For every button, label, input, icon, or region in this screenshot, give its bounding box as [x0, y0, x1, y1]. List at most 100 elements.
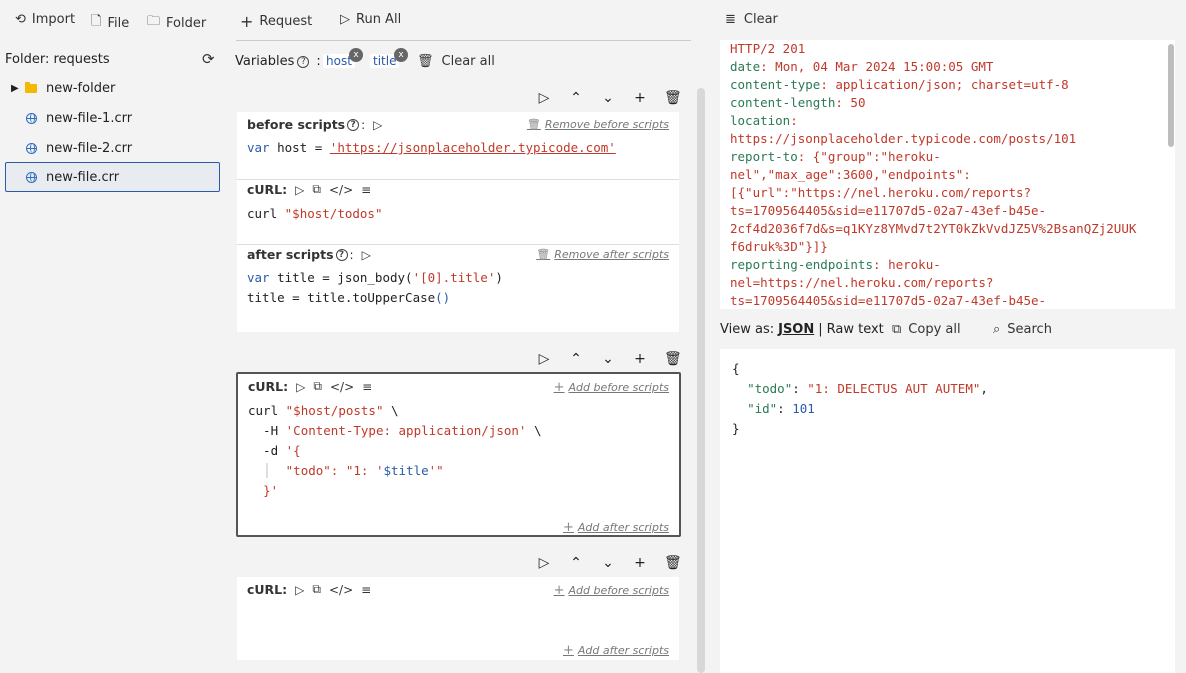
clear-all-button[interactable]: 🗑 Clear all: [417, 54, 495, 69]
add-after-scripts-link[interactable]: + Add after scripts: [563, 520, 669, 535]
delete-icon[interactable]: 🗑: [664, 90, 682, 106]
plus-icon: +: [563, 520, 574, 535]
scrollbar[interactable]: [1168, 44, 1174, 147]
before-scripts-header: before scripts ?: ▷: [247, 117, 383, 132]
after-scripts-header: after scripts ?: ▷: [247, 247, 371, 262]
add-icon[interactable]: +: [632, 90, 648, 106]
json-viewer[interactable]: { "todo": "1: DELECTUS AUT AUTEM", "id":…: [720, 349, 1175, 673]
run-icon[interactable]: ▷: [296, 380, 305, 394]
tree-item-new-file-2[interactable]: new-file-2.crr: [5, 133, 220, 163]
request-card: cURL: ▷ ⧉ </> ≡ + Add before scripts + Add…: [237, 577, 679, 660]
help-icon[interactable]: ?: [297, 55, 310, 68]
remove-variable-icon[interactable]: x: [349, 48, 363, 62]
add-after-scripts-link[interactable]: + Add after scripts: [563, 643, 669, 658]
json-body: { "todo": "1: DELECTUS AUT AUTEM", "id":…: [732, 361, 988, 436]
import-button[interactable]: ⟲ Import: [15, 12, 75, 27]
add-icon[interactable]: +: [632, 555, 648, 571]
add-before-scripts-link[interactable]: + Add before scripts: [554, 583, 669, 598]
run-all-button[interactable]: ▷ Run All: [340, 12, 401, 27]
play-icon: ▷: [340, 12, 350, 27]
remove-before-scripts-link[interactable]: 🗑 Remove before scripts: [527, 118, 669, 131]
request-card: before scripts ?: ▷ 🗑 Remove before scrip…: [237, 112, 679, 332]
curl-code[interactable]: curl "$host/todos": [247, 204, 382, 224]
trash-icon: 🗑: [526, 118, 541, 131]
plus-icon: +: [240, 12, 254, 31]
before-script-code[interactable]: var host = 'https://jsonplaceholder.typi…: [247, 138, 616, 158]
add-before-scripts-link[interactable]: + Add before scripts: [554, 380, 669, 395]
clear-list-icon: ≣: [725, 12, 736, 27]
delete-icon[interactable]: 🗑: [664, 555, 682, 571]
response-line: https://jsonplaceholder.typicode.com/pos…: [730, 131, 1077, 146]
response-line: date: Mon, 04 Mar 2024 15:00:05 GMT: [730, 59, 994, 74]
tree-item-new-file-1[interactable]: new-file-1.crr: [5, 103, 220, 133]
code-icon[interactable]: </>: [330, 380, 354, 394]
copy-icon[interactable]: ⧉: [312, 182, 321, 197]
globe-icon: [26, 142, 37, 154]
folder-plus-icon: 🗀: [147, 14, 161, 29]
move-down-icon[interactable]: ⌄: [600, 555, 616, 571]
tree-item-new-folder[interactable]: ▶ new-folder: [5, 73, 220, 103]
response-line: f6druk%3D"}]}: [730, 239, 828, 254]
add-icon[interactable]: +: [632, 351, 648, 367]
response-line: 2cf4d2036f7d&s=q1KYz8YMvd7t2YT0kZkVvdJZ5…: [730, 221, 1137, 236]
format-icon[interactable]: ≡: [362, 380, 372, 394]
globe-icon: [26, 112, 37, 124]
toolbar-divider: [236, 40, 691, 41]
copy-icon[interactable]: ⧉: [313, 379, 322, 394]
response-line: ts=1709564405&sid=e11707d5-02a7-43ef-b45…: [730, 293, 1047, 308]
trash-icon: 🗑: [536, 248, 551, 261]
add-request-button[interactable]: + Request: [240, 12, 312, 31]
plus-icon: +: [563, 643, 574, 658]
copy-icon[interactable]: ⧉: [312, 582, 321, 597]
view-json-toggle[interactable]: JSON: [778, 322, 814, 337]
folder-icon: [25, 81, 37, 93]
response-headers-text: HTTP/2 201 date: Mon, 04 Mar 2024 15:00:0…: [730, 40, 1136, 309]
run-icon[interactable]: ▷: [536, 555, 552, 571]
plus-icon: +: [553, 583, 565, 598]
format-icon[interactable]: ≡: [361, 183, 371, 197]
new-file-button[interactable]: 🗋 File: [91, 12, 129, 34]
trash-icon: 🗑: [417, 54, 434, 69]
run-icon[interactable]: ▷: [295, 583, 304, 597]
response-headers[interactable]: HTTP/2 201 date: Mon, 04 Mar 2024 15:00:0…: [720, 40, 1175, 309]
refresh-icon[interactable]: ⟳: [202, 50, 215, 68]
format-icon[interactable]: ≡: [361, 583, 371, 597]
help-icon[interactable]: ?: [335, 248, 348, 261]
move-down-icon[interactable]: ⌄: [600, 351, 616, 367]
code-icon[interactable]: </>: [329, 583, 353, 597]
delete-icon[interactable]: 🗑: [664, 351, 682, 367]
run-before-icon[interactable]: ▷: [373, 118, 382, 132]
run-icon[interactable]: ▷: [536, 90, 552, 106]
response-line: [{"url":"https://nel.heroku.com/reports?: [730, 185, 1032, 200]
tree-item-new-file[interactable]: new-file.crr: [5, 162, 220, 192]
response-line: content-length: 50: [730, 95, 866, 110]
run-icon[interactable]: ▷: [295, 183, 304, 197]
response-line: reporting-endpoints: heroku-: [730, 257, 941, 272]
search-button[interactable]: ⌕ Search: [993, 322, 1052, 337]
caret-right-icon[interactable]: ▶: [11, 83, 25, 94]
response-line: location:: [730, 113, 806, 128]
run-after-icon[interactable]: ▷: [362, 248, 371, 262]
scrollbar[interactable]: [697, 88, 705, 673]
view-raw-toggle[interactable]: Raw text: [827, 322, 884, 337]
move-up-icon[interactable]: ⌃: [568, 555, 584, 571]
after-script-code[interactable]: var title = json_body('[0].title') title…: [247, 268, 503, 308]
move-up-icon[interactable]: ⌃: [568, 351, 584, 367]
clear-button[interactable]: ≣ Clear: [725, 12, 778, 27]
card-tools: ▷ ⌃ ⌄ + 🗑: [536, 351, 682, 367]
import-icon: ⟲: [15, 12, 26, 27]
help-icon[interactable]: ?: [347, 118, 360, 131]
search-icon: ⌕: [993, 322, 1001, 337]
remove-after-scripts-link[interactable]: 🗑 Remove after scripts: [536, 248, 669, 261]
curl-code[interactable]: curl "$host/posts" \ -H 'Content-Type: a…: [248, 401, 542, 501]
move-down-icon[interactable]: ⌄: [600, 90, 616, 106]
response-line: nel=https://nel.heroku.com/reports?: [730, 275, 994, 290]
run-icon[interactable]: ▷: [536, 351, 552, 367]
new-folder-button[interactable]: 🗀 Folder: [147, 12, 206, 34]
remove-variable-icon[interactable]: x: [394, 48, 408, 62]
code-icon[interactable]: </>: [329, 183, 353, 197]
move-up-icon[interactable]: ⌃: [568, 90, 584, 106]
response-line: nel","max_age":3600,"endpoints":: [730, 167, 971, 182]
copy-icon: ⧉: [892, 322, 902, 337]
copy-all-button[interactable]: ⧉ Copy all: [892, 322, 961, 337]
